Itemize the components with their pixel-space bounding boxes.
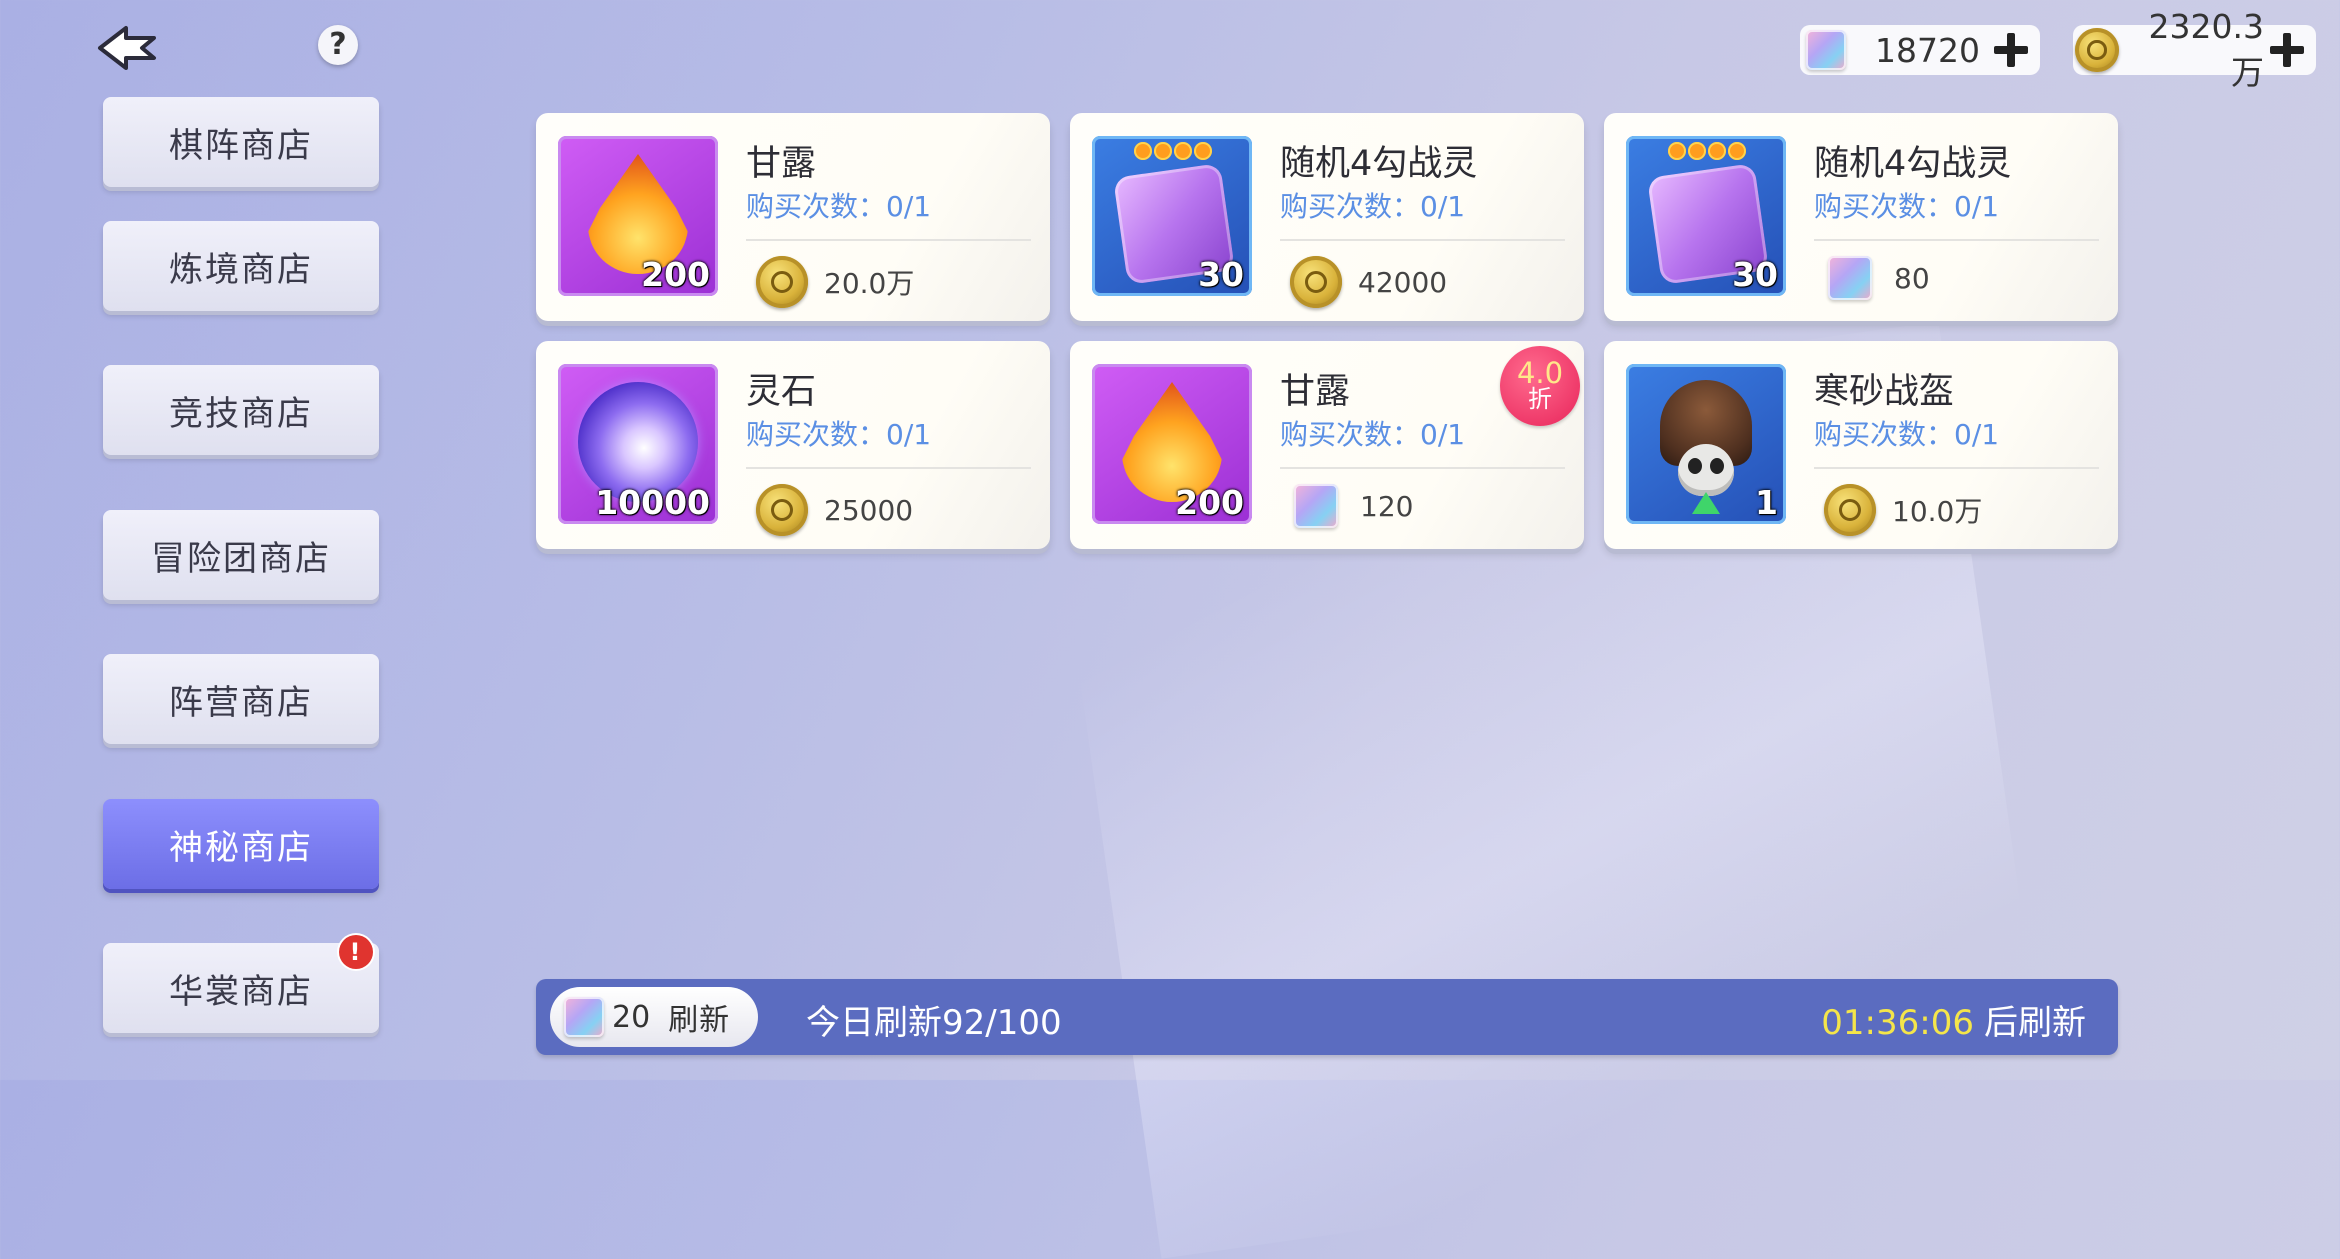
item-icon-frame: 1 (1626, 364, 1786, 524)
sidebar-item-mystery-shop[interactable]: 神秘商店 (103, 799, 379, 889)
coin-icon (1824, 484, 1876, 536)
item-price: 25000 (756, 484, 913, 536)
refresh-label: 刷新 (668, 1003, 731, 1038)
divider (1814, 239, 2099, 241)
discount-badge: 4.0 折 (1500, 346, 1580, 426)
shop-item-card[interactable]: 10000 灵石 购买次数：0/1 25000 (536, 341, 1050, 549)
item-name: 甘露 (746, 144, 817, 184)
purchase-limit: 购买次数：0/1 (1814, 418, 2000, 451)
sidebar-item-faction-shop[interactable]: 阵营商店 (103, 654, 379, 744)
coin-amount: 2320.3万 (2148, 6, 2264, 92)
item-quantity: 10000 (595, 483, 710, 522)
item-icon-frame: 30 (1626, 136, 1786, 296)
refresh-cost: 20 (612, 999, 651, 1035)
item-name: 灵石 (746, 372, 817, 412)
coin-icon (756, 484, 808, 536)
shop-item-card[interactable]: 1 寒砂战盔 购买次数：0/1 10.0万 (1604, 341, 2118, 549)
item-quantity: 30 (1198, 255, 1244, 294)
gem-icon (1828, 256, 1872, 300)
coin-icon (756, 256, 808, 308)
gem-icon (564, 997, 604, 1037)
add-coins-button[interactable] (2266, 29, 2308, 71)
item-quantity: 200 (1175, 483, 1244, 522)
item-icon-frame: 30 (1092, 136, 1252, 296)
item-price: 10.0万 (1824, 484, 1982, 536)
item-price: 42000 (1290, 256, 1447, 308)
coin-balance: 2320.3万 (2073, 7, 2316, 92)
coin-icon (1290, 256, 1342, 308)
divider (746, 239, 1031, 241)
sidebar-item-refine-shop[interactable]: 炼境商店 (103, 221, 379, 311)
divider (746, 467, 1031, 469)
add-gems-button[interactable] (1990, 29, 2032, 71)
shop-item-card[interactable]: 30 随机4勾战灵 购买次数：0/1 42000 (1070, 113, 1584, 321)
item-price: 20.0万 (756, 256, 914, 308)
sidebar-item-adventure-shop[interactable]: 冒险团商店 (103, 510, 379, 600)
item-icon-frame: 200 (1092, 364, 1252, 524)
divider (1280, 239, 1565, 241)
item-icon-frame: 10000 (558, 364, 718, 524)
divider (1280, 467, 1565, 469)
item-price: 80 (1824, 256, 1930, 300)
daily-refresh-count: 今日刷新92/100 (806, 1003, 1062, 1043)
countdown-suffix: 后刷新 (1984, 1003, 2086, 1043)
refresh-button[interactable]: 20 刷新 (550, 987, 758, 1047)
purchase-limit: 购买次数：0/1 (746, 190, 932, 223)
sidebar-item-costume-shop[interactable]: 华裳商店 ! (103, 935, 379, 1033)
gem-icon (1294, 484, 1338, 528)
gem-balance: 18720 (1800, 25, 2040, 75)
item-quantity: 1 (1755, 483, 1778, 522)
refresh-bar: 20 刷新 今日刷新92/100 01:36:06 后刷新 (536, 979, 2118, 1055)
purchase-limit: 购买次数：0/1 (1280, 418, 1466, 451)
star-rating-icon (1134, 142, 1212, 160)
gem-amount: 18720 (1875, 30, 1980, 70)
item-price: 120 (1290, 484, 1413, 528)
back-arrow-icon[interactable] (92, 20, 162, 76)
purchase-limit: 购买次数：0/1 (746, 418, 932, 451)
item-icon-frame: 200 (558, 136, 718, 296)
item-name: 甘露 (1280, 372, 1351, 412)
countdown-time: 01:36:06 (1821, 1003, 1974, 1043)
gem-icon (1806, 30, 1846, 70)
helmet-mask (1678, 444, 1734, 496)
refresh-countdown: 01:36:06 后刷新 (1821, 995, 2086, 1044)
shop-item-card[interactable]: 200 甘露 购买次数：0/1 20.0万 (536, 113, 1050, 321)
item-name: 寒砂战盔 (1814, 372, 1955, 412)
shop-item-card[interactable]: 200 甘露 购买次数：0/1 120 4.0 折 (1070, 341, 1584, 549)
item-name: 随机4勾战灵 (1280, 144, 1478, 184)
shop-item-card[interactable]: 30 随机4勾战灵 购买次数：0/1 80 (1604, 113, 2118, 321)
purchase-limit: 购买次数：0/1 (1280, 190, 1466, 223)
star-rating-icon (1668, 142, 1746, 160)
coin-icon (2075, 28, 2119, 72)
sidebar-item-arena-shop[interactable]: 竞技商店 (103, 365, 379, 455)
sidebar-item-chess-shop[interactable]: 棋阵商店 (103, 97, 379, 187)
purchase-limit: 购买次数：0/1 (1814, 190, 2000, 223)
upgrade-arrow-icon (1692, 492, 1720, 514)
divider (1814, 467, 2099, 469)
item-quantity: 30 (1732, 255, 1778, 294)
item-quantity: 200 (641, 255, 710, 294)
alert-badge: ! (339, 935, 373, 969)
item-name: 随机4勾战灵 (1814, 144, 2012, 184)
help-button[interactable]: ? (318, 25, 358, 65)
